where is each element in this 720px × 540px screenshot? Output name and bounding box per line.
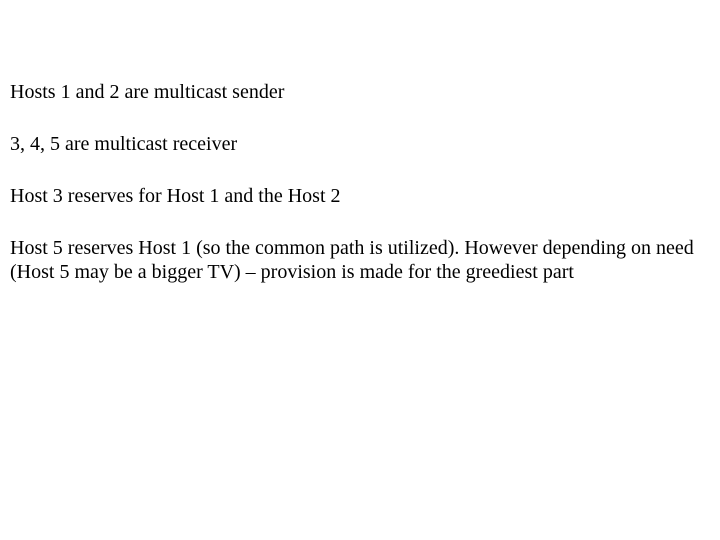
- paragraph-1: Hosts 1 and 2 are multicast sender: [10, 80, 710, 104]
- paragraph-4: Host 5 reserves Host 1 (so the common pa…: [10, 236, 710, 284]
- paragraph-2: 3, 4, 5 are multicast receiver: [10, 132, 710, 156]
- paragraph-3: Host 3 reserves for Host 1 and the Host …: [10, 184, 710, 208]
